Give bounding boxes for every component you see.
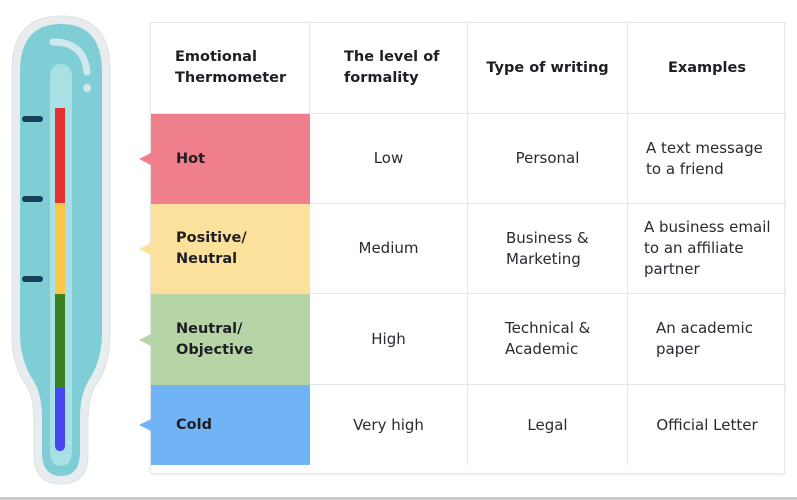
thermometer-illustration (11, 15, 111, 485)
row-label-hot: Hot (139, 114, 310, 204)
level-neutral (55, 294, 65, 388)
cell-text: Very high (353, 415, 424, 434)
gloss-dot (83, 84, 91, 92)
header-text: Examples (668, 59, 746, 76)
row-label-text: Positive/ Neutral (176, 230, 247, 267)
cell-text: A text message to a friend (646, 138, 763, 178)
cell-text: High (371, 329, 406, 348)
row-label-text: Neutral/ Objective (176, 320, 254, 358)
cell-formality: High (310, 294, 468, 385)
tick-mark (22, 196, 43, 202)
cell-example: A business email to an affiliate partner (628, 204, 786, 294)
level-cold (55, 388, 65, 451)
row-label-neutral-objective: Neutral/ Objective (139, 294, 310, 385)
cell-formality: Low (310, 114, 468, 204)
cell-text: Personal (515, 149, 580, 167)
level-positive (55, 203, 65, 294)
tick-mark (22, 276, 43, 282)
cell-text: Official Letter (656, 415, 758, 434)
cell-writing-type: Technical & Academic (468, 294, 628, 385)
header-writing-type: Type of writing (468, 23, 628, 114)
cell-text: Medium (358, 239, 419, 257)
cell-writing-type: Legal (468, 385, 628, 465)
level-hot (55, 108, 65, 203)
cell-writing-type: Personal (468, 114, 628, 204)
formality-table: Emotional Thermometer The level of forma… (139, 22, 786, 474)
cell-text: Technical & Academic (505, 319, 591, 358)
row-label-text: Cold (176, 416, 212, 433)
cell-example: An academic paper (628, 294, 786, 385)
row-label-cold: Cold (139, 385, 310, 465)
cell-example: A text message to a friend (628, 114, 786, 204)
row-label-text: Hot (176, 150, 206, 167)
cell-text: An academic paper (656, 319, 753, 358)
cell-writing-type: Business & Marketing (468, 204, 628, 294)
header-text: Emotional Thermometer (175, 49, 287, 86)
header-emotional-thermometer: Emotional Thermometer (151, 23, 310, 114)
header-text: Type of writing (486, 59, 609, 76)
cell-text: Business & Marketing (506, 228, 589, 268)
cell-text: Low (373, 149, 404, 167)
header-formality: The level of formality (310, 23, 468, 114)
tick-mark (22, 116, 43, 122)
cell-text: A business email to an affiliate partner (644, 218, 771, 278)
cell-example: Official Letter (628, 385, 786, 465)
cell-text: Legal (527, 415, 568, 434)
cell-formality: Very high (310, 385, 468, 465)
header-text: The level of formality (344, 49, 440, 86)
header-examples: Examples (628, 23, 786, 114)
cell-formality: Medium (310, 204, 468, 294)
row-label-positive-neutral: Positive/ Neutral (139, 204, 310, 294)
